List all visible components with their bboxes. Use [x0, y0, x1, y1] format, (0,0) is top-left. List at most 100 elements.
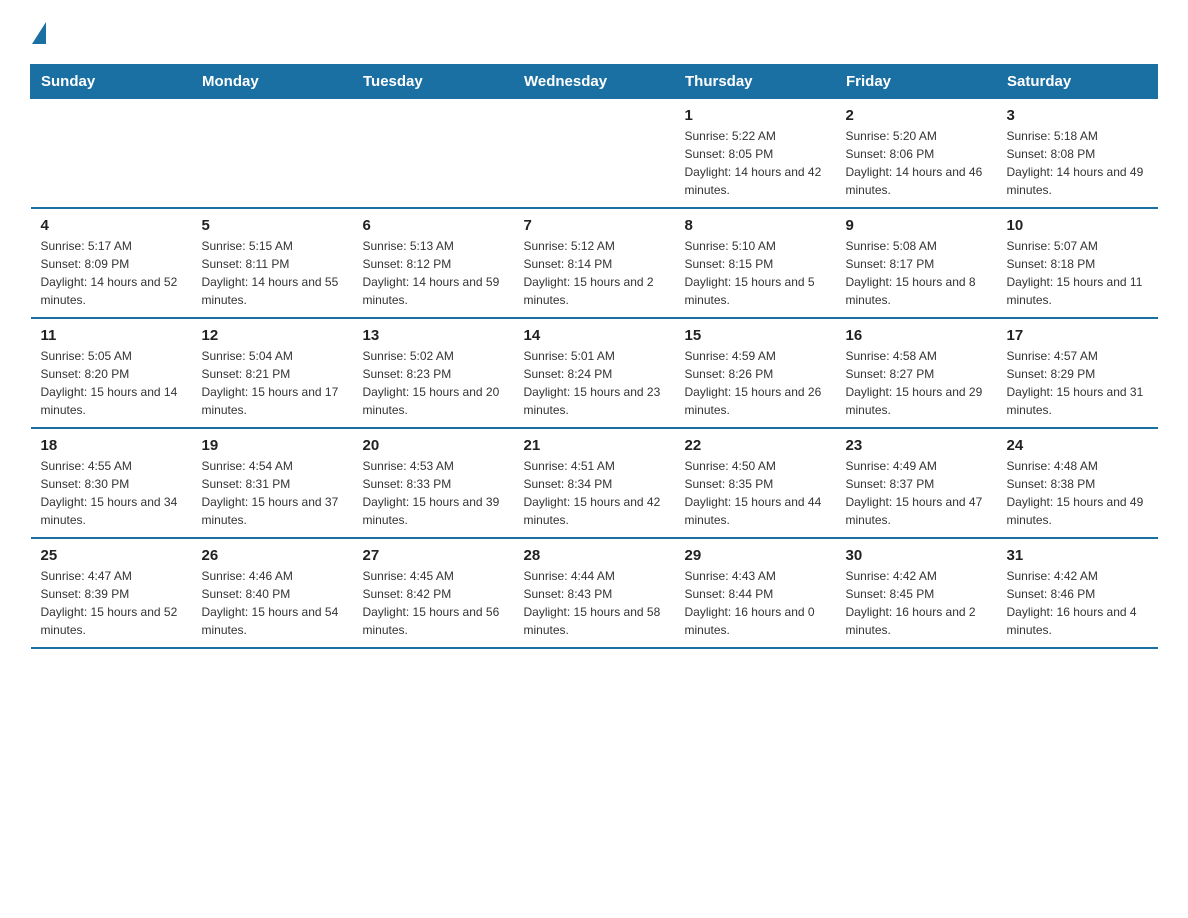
day-info: Sunrise: 4:55 AM Sunset: 8:30 PM Dayligh…	[41, 457, 182, 529]
day-number: 22	[685, 437, 826, 454]
calendar-cell: 25 Sunrise: 4:47 AM Sunset: 8:39 PM Dayli…	[31, 538, 192, 648]
day-info: Sunrise: 4:43 AM Sunset: 8:44 PM Dayligh…	[685, 567, 826, 639]
day-number: 29	[685, 547, 826, 564]
day-number: 28	[524, 547, 665, 564]
day-number: 26	[202, 547, 343, 564]
calendar-cell: 9 Sunrise: 5:08 AM Sunset: 8:17 PM Daylig…	[836, 208, 997, 318]
day-number: 25	[41, 547, 182, 564]
day-info: Sunrise: 4:59 AM Sunset: 8:26 PM Dayligh…	[685, 347, 826, 419]
calendar-cell	[192, 99, 353, 209]
calendar-cell: 10 Sunrise: 5:07 AM Sunset: 8:18 PM Dayli…	[997, 208, 1158, 318]
calendar-cell: 27 Sunrise: 4:45 AM Sunset: 8:42 PM Dayli…	[353, 538, 514, 648]
day-info: Sunrise: 4:42 AM Sunset: 8:45 PM Dayligh…	[846, 567, 987, 639]
day-number: 9	[846, 217, 987, 234]
weekday-header-friday: Friday	[836, 65, 997, 99]
day-info: Sunrise: 4:48 AM Sunset: 8:38 PM Dayligh…	[1007, 457, 1148, 529]
day-number: 4	[41, 217, 182, 234]
calendar-cell: 17Sunrise: 4:57 AM Sunset: 8:29 PM Dayli…	[997, 318, 1158, 428]
day-number: 6	[363, 217, 504, 234]
day-number: 19	[202, 437, 343, 454]
calendar-cell: 4 Sunrise: 5:17 AM Sunset: 8:09 PM Daylig…	[31, 208, 192, 318]
day-number: 27	[363, 547, 504, 564]
day-number: 20	[363, 437, 504, 454]
day-info: Sunrise: 5:17 AM Sunset: 8:09 PM Dayligh…	[41, 237, 182, 309]
day-number: 15	[685, 327, 826, 344]
day-number: 8	[685, 217, 826, 234]
calendar-cell: 15 Sunrise: 4:59 AM Sunset: 8:26 PM Dayli…	[675, 318, 836, 428]
calendar-cell: 22 Sunrise: 4:50 AM Sunset: 8:35 PM Dayli…	[675, 428, 836, 538]
calendar-cell	[514, 99, 675, 209]
day-info: Sunrise: 4:58 AM Sunset: 8:27 PM Dayligh…	[846, 347, 987, 419]
logo	[30, 20, 46, 44]
calendar-cell: 30 Sunrise: 4:42 AM Sunset: 8:45 PM Dayli…	[836, 538, 997, 648]
weekday-header-tuesday: Tuesday	[353, 65, 514, 99]
calendar-cell: 18 Sunrise: 4:55 AM Sunset: 8:30 PM Dayli…	[31, 428, 192, 538]
day-info: Sunrise: 4:45 AM Sunset: 8:42 PM Dayligh…	[363, 567, 504, 639]
day-info: Sunrise: 5:07 AM Sunset: 8:18 PM Dayligh…	[1007, 237, 1148, 309]
day-info: Sunrise: 5:18 AM Sunset: 8:08 PM Dayligh…	[1007, 127, 1148, 199]
day-number: 5	[202, 217, 343, 234]
day-info: Sunrise: 5:20 AM Sunset: 8:06 PM Dayligh…	[846, 127, 987, 199]
calendar-cell: 26 Sunrise: 4:46 AM Sunset: 8:40 PM Dayli…	[192, 538, 353, 648]
calendar-cell: 1 Sunrise: 5:22 AM Sunset: 8:05 PM Daylig…	[675, 99, 836, 209]
day-info: Sunrise: 5:10 AM Sunset: 8:15 PM Dayligh…	[685, 237, 826, 309]
day-info: Sunrise: 5:12 AM Sunset: 8:14 PM Dayligh…	[524, 237, 665, 309]
calendar-cell: 16Sunrise: 4:58 AM Sunset: 8:27 PM Dayli…	[836, 318, 997, 428]
calendar-table: SundayMondayTuesdayWednesdayThursdayFrid…	[30, 64, 1158, 649]
calendar-body: 1 Sunrise: 5:22 AM Sunset: 8:05 PM Daylig…	[31, 99, 1158, 649]
logo-triangle-icon	[32, 22, 46, 44]
calendar-cell: 19 Sunrise: 4:54 AM Sunset: 8:31 PM Dayli…	[192, 428, 353, 538]
calendar-header: SundayMondayTuesdayWednesdayThursdayFrid…	[31, 65, 1158, 99]
day-info: Sunrise: 5:02 AM Sunset: 8:23 PM Dayligh…	[363, 347, 504, 419]
day-info: Sunrise: 5:13 AM Sunset: 8:12 PM Dayligh…	[363, 237, 504, 309]
day-info: Sunrise: 5:15 AM Sunset: 8:11 PM Dayligh…	[202, 237, 343, 309]
day-info: Sunrise: 4:47 AM Sunset: 8:39 PM Dayligh…	[41, 567, 182, 639]
weekday-header-monday: Monday	[192, 65, 353, 99]
calendar-cell: 12 Sunrise: 5:04 AM Sunset: 8:21 PM Dayli…	[192, 318, 353, 428]
calendar-cell: 8 Sunrise: 5:10 AM Sunset: 8:15 PM Daylig…	[675, 208, 836, 318]
day-number: 12	[202, 327, 343, 344]
day-info: Sunrise: 5:08 AM Sunset: 8:17 PM Dayligh…	[846, 237, 987, 309]
calendar-cell: 13 Sunrise: 5:02 AM Sunset: 8:23 PM Dayli…	[353, 318, 514, 428]
day-number: 30	[846, 547, 987, 564]
day-info: Sunrise: 4:54 AM Sunset: 8:31 PM Dayligh…	[202, 457, 343, 529]
day-number: 24	[1007, 437, 1148, 454]
day-number: 23	[846, 437, 987, 454]
weekday-header-sunday: Sunday	[31, 65, 192, 99]
day-number: 11	[41, 327, 182, 344]
day-number: 10	[1007, 217, 1148, 234]
calendar-cell: 28 Sunrise: 4:44 AM Sunset: 8:43 PM Dayli…	[514, 538, 675, 648]
weekday-header-thursday: Thursday	[675, 65, 836, 99]
day-info: Sunrise: 5:04 AM Sunset: 8:21 PM Dayligh…	[202, 347, 343, 419]
page-header	[30, 20, 1158, 44]
calendar-cell: 31Sunrise: 4:42 AM Sunset: 8:46 PM Dayli…	[997, 538, 1158, 648]
calendar-cell: 21Sunrise: 4:51 AM Sunset: 8:34 PM Dayli…	[514, 428, 675, 538]
calendar-cell: 7 Sunrise: 5:12 AM Sunset: 8:14 PM Daylig…	[514, 208, 675, 318]
day-number: 14	[524, 327, 665, 344]
day-number: 31	[1007, 547, 1148, 564]
day-info: Sunrise: 4:46 AM Sunset: 8:40 PM Dayligh…	[202, 567, 343, 639]
day-number: 17	[1007, 327, 1148, 344]
day-number: 1	[685, 107, 826, 124]
day-number: 18	[41, 437, 182, 454]
calendar-week-3: 11Sunrise: 5:05 AM Sunset: 8:20 PM Dayli…	[31, 318, 1158, 428]
calendar-week-4: 18 Sunrise: 4:55 AM Sunset: 8:30 PM Dayli…	[31, 428, 1158, 538]
day-number: 2	[846, 107, 987, 124]
day-number: 21	[524, 437, 665, 454]
calendar-cell: 11Sunrise: 5:05 AM Sunset: 8:20 PM Dayli…	[31, 318, 192, 428]
day-number: 13	[363, 327, 504, 344]
calendar-cell: 24 Sunrise: 4:48 AM Sunset: 8:38 PM Dayli…	[997, 428, 1158, 538]
day-info: Sunrise: 4:50 AM Sunset: 8:35 PM Dayligh…	[685, 457, 826, 529]
day-number: 7	[524, 217, 665, 234]
calendar-cell: 23Sunrise: 4:49 AM Sunset: 8:37 PM Dayli…	[836, 428, 997, 538]
calendar-cell	[31, 99, 192, 209]
day-number: 3	[1007, 107, 1148, 124]
weekday-header-saturday: Saturday	[997, 65, 1158, 99]
calendar-cell	[353, 99, 514, 209]
day-info: Sunrise: 5:22 AM Sunset: 8:05 PM Dayligh…	[685, 127, 826, 199]
calendar-week-2: 4 Sunrise: 5:17 AM Sunset: 8:09 PM Daylig…	[31, 208, 1158, 318]
calendar-cell: 6 Sunrise: 5:13 AM Sunset: 8:12 PM Daylig…	[353, 208, 514, 318]
day-info: Sunrise: 4:44 AM Sunset: 8:43 PM Dayligh…	[524, 567, 665, 639]
day-info: Sunrise: 4:53 AM Sunset: 8:33 PM Dayligh…	[363, 457, 504, 529]
weekday-header-row: SundayMondayTuesdayWednesdayThursdayFrid…	[31, 65, 1158, 99]
